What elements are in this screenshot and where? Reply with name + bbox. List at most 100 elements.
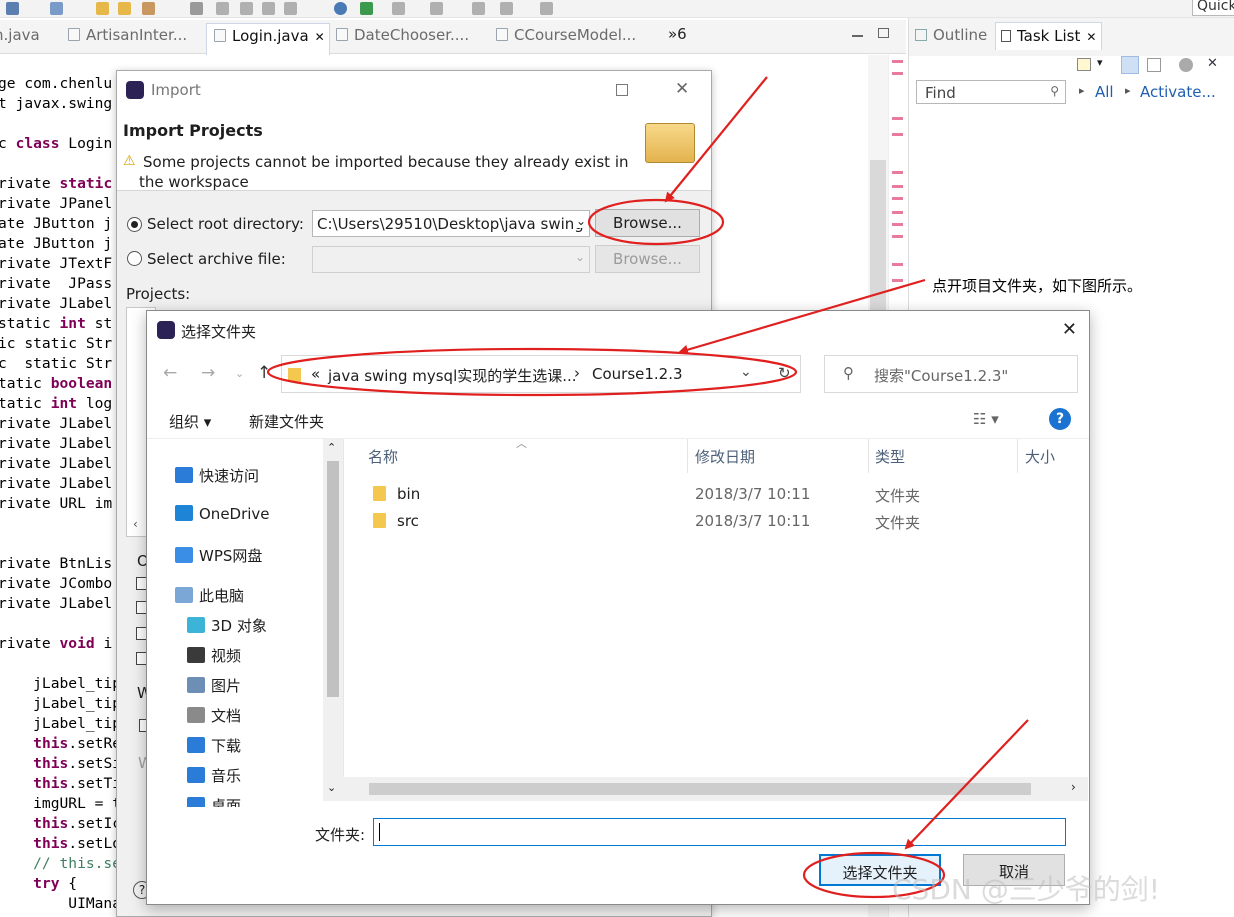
organize-button[interactable]: 组织 ▾	[169, 411, 211, 432]
forward-icon[interactable]	[500, 2, 513, 15]
address-bar[interactable]: « java swing mysql实现的学生选课... › Course1.2…	[281, 355, 801, 393]
editor-tab[interactable]: n.java	[0, 26, 40, 52]
breadcrumb-overflow[interactable]: «	[311, 365, 320, 383]
up-arrow-icon[interactable]: ↑	[257, 363, 271, 383]
folder-name-input[interactable]	[373, 818, 1066, 846]
column-header-name[interactable]: 名称	[368, 446, 398, 467]
filter-icon[interactable]: ✕	[1207, 56, 1218, 71]
quick-access-field[interactable]: Quick	[1192, 0, 1234, 16]
close-icon[interactable]: ✕	[1086, 30, 1096, 44]
all-link[interactable]: All	[1095, 83, 1114, 101]
activate-link[interactable]: Activate...	[1140, 83, 1216, 101]
toolbar-icon[interactable]	[142, 2, 155, 15]
error-marker[interactable]	[892, 235, 903, 238]
toolbar-icon[interactable]	[190, 2, 203, 15]
nav-item[interactable]: 下载	[187, 735, 241, 756]
toolbar-icon[interactable]	[50, 2, 63, 15]
chevron-right-icon[interactable]: ›	[1071, 780, 1076, 794]
breadcrumb-current[interactable]: Course1.2.3	[592, 365, 683, 383]
toolbar-icon[interactable]	[284, 2, 297, 15]
search-input[interactable]: ⚲ 搜索"Course1.2.3"	[824, 355, 1078, 393]
editor-tab[interactable]: ArtisanInter...	[68, 26, 187, 52]
categorize-icon[interactable]	[1121, 56, 1139, 74]
focus-icon[interactable]	[1147, 58, 1161, 72]
toolbar-icon[interactable]	[6, 2, 19, 15]
nav-item[interactable]: 桌面	[187, 795, 241, 807]
error-marker[interactable]	[892, 133, 903, 136]
chevron-down-icon[interactable]: ⌄	[740, 364, 752, 380]
scroll-left-icon[interactable]: ‹	[133, 517, 138, 531]
editor-tab-active[interactable]: Login.java ✕	[206, 23, 330, 55]
browse-button[interactable]: Browse...	[595, 209, 700, 237]
chevron-down-icon[interactable]: ⌄	[327, 781, 336, 794]
close-icon[interactable]: ✕	[315, 30, 325, 44]
file-row[interactable]: bin 2018/3/7 10:11 文件夹	[344, 482, 1089, 509]
forward-icon[interactable]	[540, 2, 553, 15]
sync-icon[interactable]	[1179, 58, 1193, 72]
column-header-size[interactable]: 大小	[1025, 446, 1055, 467]
editor-tab[interactable]: CCourseModel...	[496, 26, 636, 52]
chevron-down-icon[interactable]: ▾	[1097, 56, 1103, 69]
error-marker[interactable]	[892, 171, 903, 174]
error-marker[interactable]	[892, 117, 903, 120]
tab-outline[interactable]: Outline	[915, 26, 987, 44]
chevron-up-icon[interactable]: ⌃	[327, 441, 336, 454]
close-icon[interactable]: ✕	[675, 79, 689, 99]
nav-item[interactable]: 快速访问	[175, 465, 259, 486]
refresh-icon[interactable]: ↻	[778, 364, 791, 382]
nav-item[interactable]: WPS网盘	[175, 545, 262, 566]
toolbar-icon[interactable]	[240, 2, 253, 15]
nav-item[interactable]: 视频	[187, 645, 241, 666]
view-options-icon[interactable]: ☷ ▾	[973, 410, 999, 428]
recent-chevron-icon[interactable]: ⌄	[235, 367, 244, 380]
error-marker[interactable]	[892, 197, 903, 200]
nav-item[interactable]: 图片	[187, 675, 241, 696]
find-input[interactable]: Find ⚲	[916, 80, 1066, 104]
nav-item[interactable]: OneDrive	[175, 505, 270, 523]
nav-item[interactable]: 3D 对象	[187, 615, 267, 636]
error-marker[interactable]	[892, 72, 903, 75]
folder-icon[interactable]	[96, 2, 109, 15]
column-header-date[interactable]: 修改日期	[695, 446, 755, 467]
column-header-type[interactable]: 类型	[875, 446, 905, 467]
root-directory-combo[interactable]: C:\Users\29510\Desktop\java swing ⌄	[312, 210, 590, 237]
folder-icon[interactable]	[118, 2, 131, 15]
file-list[interactable]: ︿ 名称 修改日期 类型 大小 bin 2018/3/7 10:11 文件夹 s…	[343, 437, 1089, 801]
toolbar-icon[interactable]	[262, 2, 275, 15]
error-marker[interactable]	[892, 263, 903, 266]
editor-tab[interactable]: DateChooser....	[336, 26, 469, 52]
back-icon[interactable]	[472, 2, 485, 15]
error-marker[interactable]	[892, 223, 903, 226]
close-icon[interactable]: ✕	[1062, 319, 1077, 340]
back-arrow-icon[interactable]: ←	[163, 363, 177, 383]
nav-item[interactable]: 文档	[187, 705, 241, 726]
error-marker[interactable]	[892, 185, 903, 188]
file-row[interactable]: src 2018/3/7 10:11 文件夹	[344, 509, 1089, 536]
nav-item[interactable]: 此电脑	[175, 585, 244, 606]
more-tabs-button[interactable]: »6	[668, 25, 687, 43]
run-icon[interactable]	[360, 2, 373, 15]
maximize-icon[interactable]	[616, 84, 628, 96]
forward-arrow-icon[interactable]: →	[201, 363, 215, 383]
error-marker[interactable]	[892, 279, 903, 282]
help-icon[interactable]: ?	[1049, 408, 1071, 430]
toolbar-icon[interactable]	[216, 2, 229, 15]
new-folder-button[interactable]: 新建文件夹	[249, 411, 324, 432]
error-marker[interactable]	[892, 60, 903, 63]
horizontal-scrollbar[interactable]: ›	[343, 777, 1088, 801]
scrollbar-thumb[interactable]	[369, 783, 1031, 795]
breadcrumb-parent[interactable]: java swing mysql实现的学生选课...	[328, 365, 577, 386]
maximize-icon[interactable]	[878, 28, 889, 38]
nav-item[interactable]: 音乐	[187, 765, 241, 786]
minimize-icon[interactable]	[852, 34, 863, 37]
scrollbar-thumb[interactable]	[327, 461, 339, 697]
toolbar-icon[interactable]	[392, 2, 405, 15]
error-marker[interactable]	[892, 211, 903, 214]
new-task-icon[interactable]	[1077, 58, 1091, 71]
tab-task-list[interactable]: Task List ✕	[995, 22, 1103, 50]
globe-icon[interactable]	[334, 2, 347, 15]
select-root-radio[interactable]	[127, 217, 142, 232]
nav-scrollbar[interactable]: ⌃ ⌄	[323, 439, 343, 801]
toolbar-icon[interactable]	[430, 2, 443, 15]
select-archive-radio[interactable]	[127, 251, 142, 266]
